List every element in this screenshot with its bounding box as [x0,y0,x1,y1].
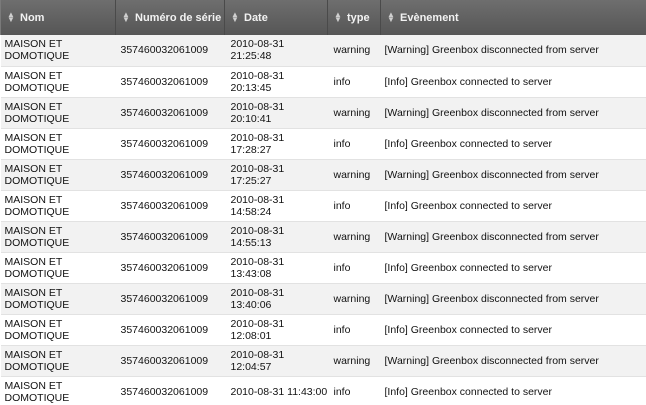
cell-date: 2010-08-31 13:40:06 [224,283,328,315]
cell-date: 2010-08-31 11:43:00 [224,376,328,405]
cell-serial-number: 357460032061009 [115,221,225,253]
cell-type: info [327,190,381,222]
cell-date: 2010-08-31 14:55:13 [224,221,328,253]
cell-nom: MAISON ET DOMOTIQUE [0,283,116,315]
cell-date: 2010-08-31 14:58:24 [224,190,328,222]
column-header-type[interactable]: ▲ ▼ type [327,0,381,35]
table-row[interactable]: MAISON ET DOMOTIQUE 357460032061009 2010-0… [0,190,646,222]
cell-nom: MAISON ET DOMOTIQUE [0,35,116,67]
cell-nom: MAISON ET DOMOTIQUE [0,221,116,253]
table-row[interactable]: MAISON ET DOMOTIQUE 357460032061009 2010-0… [0,283,646,315]
cell-serial-number: 357460032061009 [115,314,225,346]
table-row[interactable]: MAISON ET DOMOTIQUE 357460032061009 2010-0… [0,35,646,67]
cell-serial-number: 357460032061009 [115,252,225,284]
column-header-nom[interactable]: ▲ ▼ Nom [0,0,116,35]
column-header-serie[interactable]: ▲ ▼ Numéro de série [115,0,225,35]
cell-serial-number: 357460032061009 [115,97,225,129]
sort-arrows-icon: ▲ ▼ [387,9,395,24]
table-row[interactable]: MAISON ET DOMOTIQUE 357460032061009 2010-0… [0,376,646,405]
cell-nom: MAISON ET DOMOTIQUE [0,159,116,191]
column-header-label: Numéro de série [135,11,222,24]
cell-nom: MAISON ET DOMOTIQUE [0,190,116,222]
cell-type: warning [327,345,381,377]
cell-event: [Info] Greenbox connected to server [380,252,646,284]
cell-date: 2010-08-31 20:10:41 [224,97,328,129]
table-row[interactable]: MAISON ET DOMOTIQUE 357460032061009 2010-0… [0,221,646,253]
cell-date: 2010-08-31 12:08:01 [224,314,328,346]
cell-serial-number: 357460032061009 [115,159,225,191]
sort-arrows-icon: ▲ ▼ [231,9,239,24]
column-header-date[interactable]: ▲ ▼ Date [224,0,328,35]
table-row[interactable]: MAISON ET DOMOTIQUE 357460032061009 2010-0… [0,252,646,284]
cell-type: info [327,376,381,405]
cell-nom: MAISON ET DOMOTIQUE [0,128,116,160]
table-row[interactable]: MAISON ET DOMOTIQUE 357460032061009 2010-0… [0,159,646,191]
table-row[interactable]: MAISON ET DOMOTIQUE 357460032061009 2010-0… [0,97,646,129]
table-row[interactable]: MAISON ET DOMOTIQUE 357460032061009 2010-0… [0,66,646,98]
cell-event: [Info] Greenbox connected to server [380,376,646,405]
cell-event: [Warning] Greenbox disconnected from ser… [380,35,646,67]
cell-serial-number: 357460032061009 [115,376,225,405]
cell-nom: MAISON ET DOMOTIQUE [0,66,116,98]
cell-serial-number: 357460032061009 [115,128,225,160]
sort-arrows-icon: ▲ ▼ [122,9,130,24]
cell-event: [Info] Greenbox connected to server [380,190,646,222]
cell-event: [Info] Greenbox connected to server [380,128,646,160]
cell-event: [Info] Greenbox connected to server [380,66,646,98]
cell-nom: MAISON ET DOMOTIQUE [0,314,116,346]
sort-arrows-icon: ▲ ▼ [7,9,15,24]
cell-event: [Warning] Greenbox disconnected from ser… [380,345,646,377]
table-body: MAISON ET DOMOTIQUE 357460032061009 2010-0… [0,35,646,405]
table-header: ▲ ▼ Nom ▲ ▼ Numéro de série ▲ ▼ Date ▲ ▼… [0,0,646,35]
column-header-label: Evènement [400,11,459,24]
event-log-table: ▲ ▼ Nom ▲ ▼ Numéro de série ▲ ▼ Date ▲ ▼… [0,0,646,405]
cell-type: warning [327,221,381,253]
header-row: ▲ ▼ Nom ▲ ▼ Numéro de série ▲ ▼ Date ▲ ▼… [0,0,646,35]
cell-type: info [327,128,381,160]
cell-event: [Warning] Greenbox disconnected from ser… [380,97,646,129]
cell-type: warning [327,283,381,315]
cell-event: [Warning] Greenbox disconnected from ser… [380,159,646,191]
table-row[interactable]: MAISON ET DOMOTIQUE 357460032061009 2010-0… [0,314,646,346]
cell-event: [Warning] Greenbox disconnected from ser… [380,221,646,253]
cell-nom: MAISON ET DOMOTIQUE [0,97,116,129]
cell-serial-number: 357460032061009 [115,190,225,222]
cell-date: 2010-08-31 21:25:48 [224,35,328,67]
cell-type: info [327,66,381,98]
cell-serial-number: 357460032061009 [115,345,225,377]
column-header-event[interactable]: ▲ ▼ Evènement [380,0,646,35]
cell-type: info [327,252,381,284]
cell-event: [Info] Greenbox connected to server [380,314,646,346]
cell-type: warning [327,159,381,191]
cell-type: warning [327,35,381,67]
table-row[interactable]: MAISON ET DOMOTIQUE 357460032061009 2010-0… [0,345,646,377]
column-header-label: Date [244,11,268,24]
column-header-label: type [347,11,370,24]
cell-date: 2010-08-31 12:04:57 [224,345,328,377]
event-log-grid: ▲ ▼ Nom ▲ ▼ Numéro de série ▲ ▼ Date ▲ ▼… [0,0,646,405]
cell-event: [Warning] Greenbox disconnected from ser… [380,283,646,315]
cell-nom: MAISON ET DOMOTIQUE [0,376,116,405]
cell-type: info [327,314,381,346]
cell-date: 2010-08-31 13:43:08 [224,252,328,284]
cell-date: 2010-08-31 20:13:45 [224,66,328,98]
cell-nom: MAISON ET DOMOTIQUE [0,345,116,377]
column-header-label: Nom [20,11,45,24]
cell-type: warning [327,97,381,129]
cell-serial-number: 357460032061009 [115,66,225,98]
cell-date: 2010-08-31 17:28:27 [224,128,328,160]
cell-serial-number: 357460032061009 [115,283,225,315]
cell-date: 2010-08-31 17:25:27 [224,159,328,191]
sort-arrows-icon: ▲ ▼ [334,9,342,24]
cell-serial-number: 357460032061009 [115,35,225,67]
cell-nom: MAISON ET DOMOTIQUE [0,252,116,284]
table-row[interactable]: MAISON ET DOMOTIQUE 357460032061009 2010-0… [0,128,646,160]
